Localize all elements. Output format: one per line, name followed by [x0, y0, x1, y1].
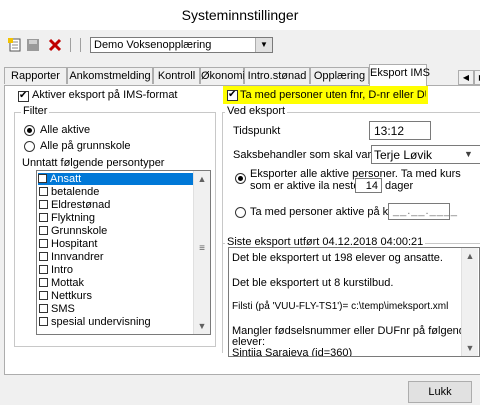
- exclude-types-label: Unntatt følgende persontyper: [22, 157, 165, 169]
- list-item[interactable]: Innvandrer: [39, 251, 104, 263]
- list-item[interactable]: SMS: [39, 303, 75, 315]
- list-item[interactable]: Eldrestønad: [39, 199, 110, 211]
- radio-export-all-active[interactable]: [235, 173, 246, 184]
- scroll-grip-icon[interactable]: ≡: [197, 243, 207, 254]
- log-line: Filsti (på 'VUU-FLY-TS1')= c:\temp\imeks…: [232, 301, 449, 312]
- radio-export-all-label-line2: som er aktive ila neste: [250, 180, 360, 192]
- radio-all-active-label: Alle aktive: [40, 124, 91, 136]
- tab-kontroll[interactable]: Kontroll: [153, 67, 200, 84]
- include-no-id-label: Ta med personer uten fnr, D-nr eller DUF…: [240, 89, 426, 101]
- tab-scroll-right-icon[interactable]: ▶: [474, 70, 480, 85]
- settings-window: Systeminnstillinger Demo Voksenopplæring…: [0, 0, 480, 405]
- chevron-down-icon[interactable]: ▼: [464, 149, 473, 159]
- tab-ankomstmelding[interactable]: Ankomstmelding: [67, 67, 153, 84]
- school-select[interactable]: Demo Voksenopplæring ▼: [90, 37, 273, 53]
- list-scrollbar[interactable]: ▲ ≡ ▼: [193, 171, 210, 334]
- tab-opplaering[interactable]: Opplæring: [310, 67, 369, 84]
- new-document-icon[interactable]: [8, 38, 22, 52]
- person-type-list[interactable]: Ansatt betalende Eldrestønad Flyktning G…: [36, 170, 211, 335]
- close-button[interactable]: Lukk: [408, 381, 472, 403]
- list-item[interactable]: betalende: [39, 186, 99, 198]
- list-item[interactable]: Mottak: [39, 277, 84, 289]
- course-date-placeholder: __.__.____: [393, 205, 459, 217]
- log-line: Mangler fødselsnummer eller DUFnr på føl…: [232, 325, 472, 337]
- log-line: Sintija Sarajeva (id=360): [232, 347, 353, 357]
- scroll-up-icon[interactable]: ▲: [462, 248, 478, 264]
- tab-strip: Rapporter Ankomstmelding Kontroll Økonom…: [4, 64, 480, 86]
- activate-ims-export-label: Aktiver eksport på IMS-format: [32, 89, 178, 101]
- log-line: Det ble eksportert ut 8 kurstilbud.: [232, 277, 394, 289]
- chevron-down-icon[interactable]: ▼: [255, 38, 272, 52]
- time-label: Tidspunkt: [233, 125, 281, 137]
- tab-scroll-left-icon[interactable]: ◀: [458, 70, 474, 85]
- school-select-value: Demo Voksenopplæring: [94, 39, 212, 51]
- tab-okonomi[interactable]: Økonomi: [200, 67, 245, 84]
- radio-active-on-course[interactable]: [235, 207, 246, 218]
- list-item[interactable]: Ansatt: [38, 173, 193, 185]
- toolbar: Demo Voksenopplæring ▼: [0, 30, 480, 58]
- radio-active-on-course-label: Ta med personer aktive på kurs: [250, 206, 404, 218]
- window-title: Systeminnstillinger: [0, 0, 480, 30]
- time-input-value: 13:12: [374, 124, 405, 138]
- scroll-down-icon[interactable]: ▼: [462, 340, 478, 356]
- radio-all-grunnskole-label: Alle på grunnskole: [40, 140, 131, 152]
- list-item[interactable]: Grunnskole: [39, 225, 107, 237]
- list-item[interactable]: Nettkurs: [39, 290, 92, 302]
- list-item[interactable]: Intro: [39, 264, 73, 276]
- include-no-id-checkbox[interactable]: [227, 89, 238, 101]
- toolbar-separator: [70, 38, 71, 52]
- save-icon[interactable]: [26, 38, 40, 52]
- radio-all-grunnskole[interactable]: [24, 141, 35, 152]
- export-log[interactable]: Det ble eksportert ut 198 elever og ansa…: [228, 247, 480, 357]
- handler-label: Saksbehandler som skal varsles: [233, 149, 391, 161]
- scroll-down-icon[interactable]: ▼: [194, 318, 210, 334]
- filter-group-legend: Filter: [21, 105, 50, 117]
- activate-ims-export-checkbox[interactable]: [18, 90, 29, 102]
- time-input[interactable]: 13:12: [369, 121, 431, 140]
- delete-icon[interactable]: [48, 38, 62, 52]
- log-scrollbar[interactable]: ▲ ▼: [461, 248, 478, 356]
- export-group-legend: Ved eksport: [225, 105, 288, 117]
- course-date-input[interactable]: __.__.____: [388, 203, 457, 220]
- list-item[interactable]: Flyktning: [39, 212, 95, 224]
- scroll-up-icon[interactable]: ▲: [194, 171, 210, 187]
- tab-intro-stonad[interactable]: Intro.stønad: [244, 67, 310, 84]
- days-label: dager: [385, 180, 414, 192]
- tab-eksport-ims[interactable]: Eksport IMS: [369, 64, 430, 86]
- days-input[interactable]: 14: [355, 178, 382, 193]
- toolbar-separator: [80, 38, 81, 52]
- handler-select[interactable]: Terje Løvik ▼: [371, 145, 480, 164]
- list-item[interactable]: Hospitant: [39, 238, 97, 250]
- days-input-value: 14: [365, 180, 378, 192]
- tab-rapporter[interactable]: Rapporter: [4, 67, 67, 84]
- list-item[interactable]: spesial undervisning: [39, 316, 151, 328]
- log-line: Det ble eksportert ut 198 elever og ansa…: [232, 252, 443, 264]
- radio-all-active[interactable]: [24, 125, 35, 136]
- handler-select-value: Terje Løvik: [374, 148, 433, 162]
